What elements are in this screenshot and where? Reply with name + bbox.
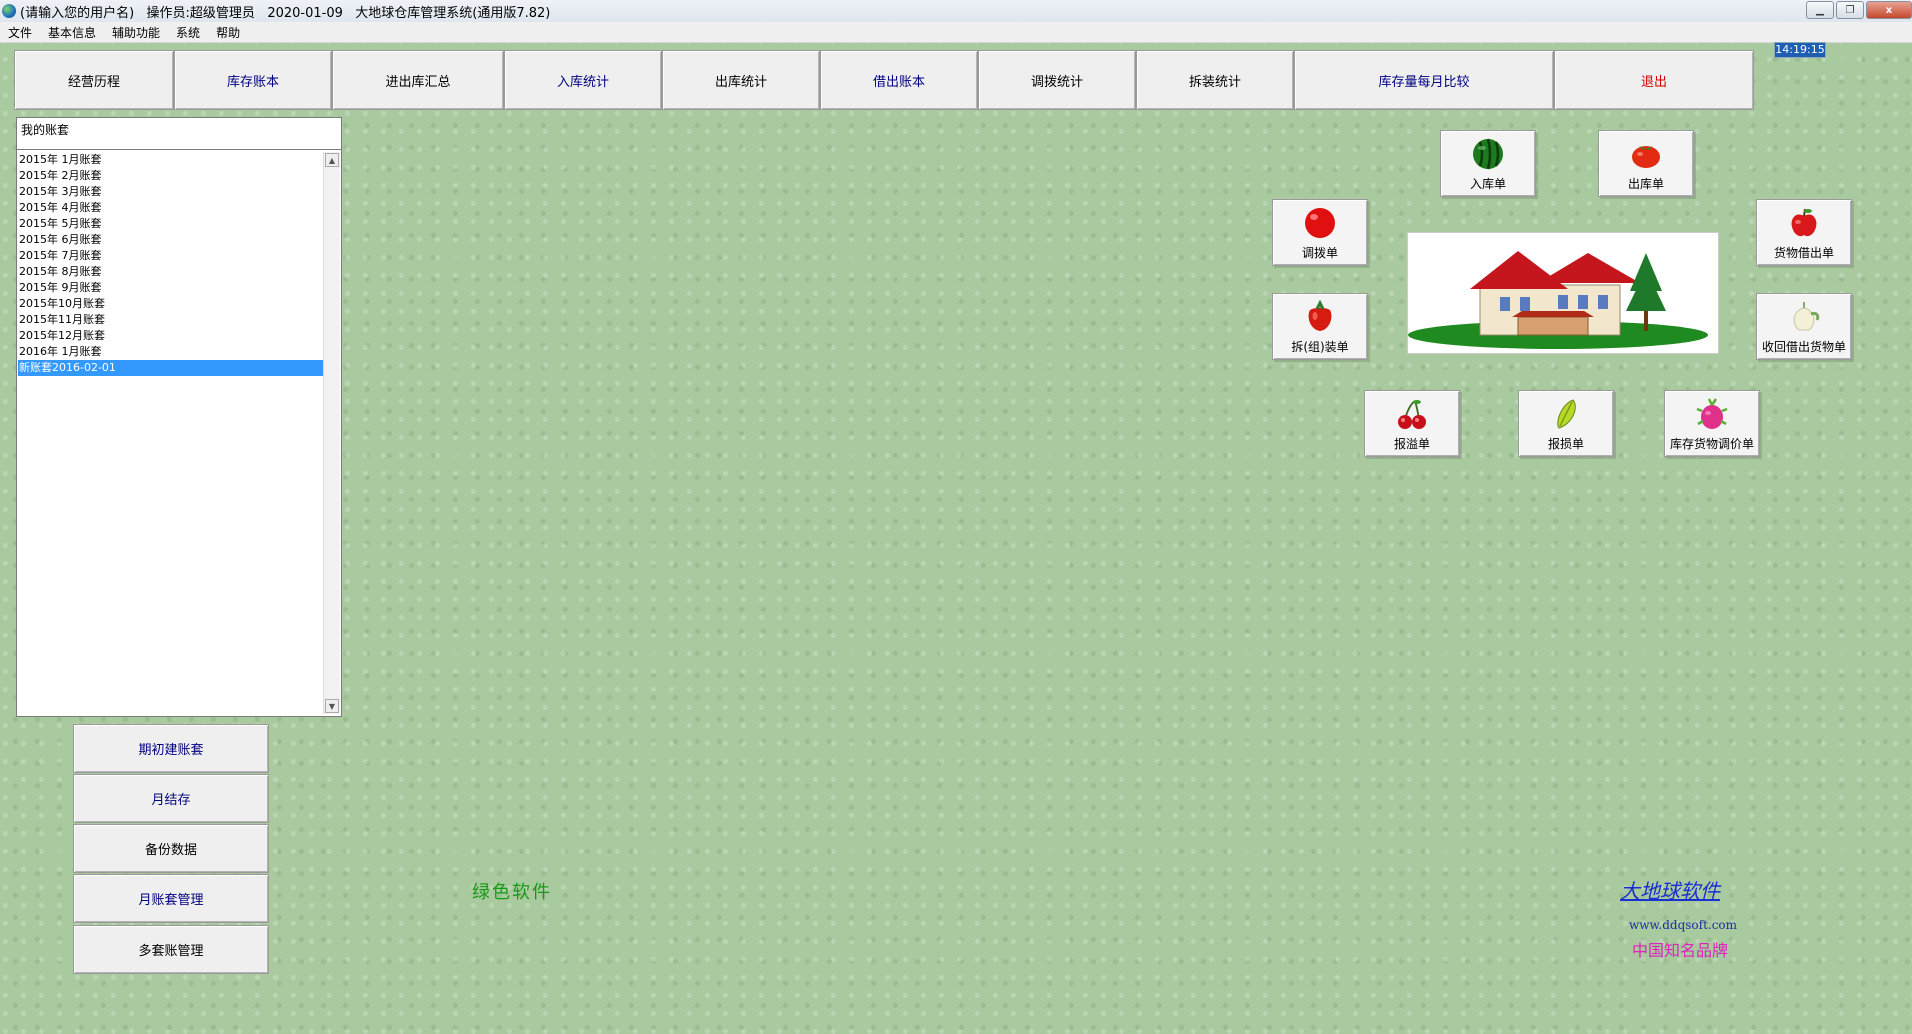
account-list-item[interactable]: 2015年 6月账套 xyxy=(18,232,323,248)
account-list-item[interactable]: 2015年12月账套 xyxy=(18,328,323,344)
toolbar-lend-ledger-button[interactable]: 借出账本 xyxy=(820,50,978,110)
minimize-button[interactable]: ▁ xyxy=(1806,1,1834,19)
account-list-item[interactable]: 2015年 9月账套 xyxy=(18,280,323,296)
app-globe-icon xyxy=(2,4,16,18)
account-list-item[interactable]: 2015年 1月账套 xyxy=(18,152,323,168)
loss-report-button[interactable]: 报损单 xyxy=(1518,390,1614,457)
restore-button[interactable]: ❐ xyxy=(1836,1,1864,19)
lend-order-button[interactable]: 货物借出单 xyxy=(1756,199,1852,266)
multi-account-manage-button[interactable]: 多套账管理 xyxy=(73,925,269,974)
menu-basic-info[interactable]: 基本信息 xyxy=(40,24,104,41)
title-bar: (请输入您的用户名) 操作员:超级管理员 2020-01-09 大地球仓库管理系… xyxy=(0,0,1912,23)
account-list-scrollbar[interactable]: ▲ ▼ xyxy=(323,152,340,714)
house-illustration xyxy=(1408,251,1708,349)
toolbar-in-out-summary-button[interactable]: 进出库汇总 xyxy=(332,50,504,110)
close-button[interactable]: x xyxy=(1866,1,1912,19)
monthly-closing-button[interactable]: 月结存 xyxy=(73,774,269,823)
dragonfruit-icon xyxy=(1696,398,1728,429)
cherry-icon xyxy=(1398,400,1426,429)
garlic-icon xyxy=(1793,302,1820,331)
monthly-account-manage-button[interactable]: 月账套管理 xyxy=(73,874,269,923)
house-image xyxy=(1407,232,1719,354)
create-opening-account-button[interactable]: 期初建账套 xyxy=(73,724,269,773)
overflow-report-button[interactable]: 报溢单 xyxy=(1364,390,1460,457)
menu-help[interactable]: 帮助 xyxy=(208,24,248,41)
account-panel-header: 我的账套 xyxy=(17,118,341,150)
tomato-icon xyxy=(1632,146,1660,168)
scroll-up-icon[interactable]: ▲ xyxy=(325,153,339,167)
account-list-item[interactable]: 2015年 4月账套 xyxy=(18,200,323,216)
inventory-reprice-button[interactable]: 库存货物调价单 xyxy=(1664,390,1760,457)
account-list-item[interactable]: 2015年 3月账套 xyxy=(18,184,323,200)
outbound-order-label: 出库单 xyxy=(1627,177,1664,191)
red-ball-icon xyxy=(1305,208,1335,238)
account-list-item-selected[interactable]: 新账套2016-02-01 xyxy=(18,360,323,376)
menu-bar: 文件 基本信息 辅助功能 系统 帮助 xyxy=(0,22,1912,43)
starfruit-icon xyxy=(1557,399,1576,429)
account-list[interactable]: 2015年 1月账套 2015年 2月账套 2015年 3月账套 2015年 4… xyxy=(18,152,323,714)
green-software-label: 绿色软件 xyxy=(472,882,552,903)
account-list-item[interactable]: 2016年 1月账套 xyxy=(18,344,323,360)
clock-display: 14:19:15 xyxy=(1774,42,1826,58)
menu-file[interactable]: 文件 xyxy=(0,24,40,41)
pepper-icon xyxy=(1308,300,1332,331)
account-list-item[interactable]: 2015年 2月账套 xyxy=(18,168,323,184)
loss-report-label: 报损单 xyxy=(1547,437,1584,451)
outbound-order-button[interactable]: 出库单 xyxy=(1598,130,1694,197)
toolbar-monthly-compare-button[interactable]: 库存量每月比较 xyxy=(1294,50,1554,110)
toolbar-transfer-stats-button[interactable]: 调拨统计 xyxy=(978,50,1136,110)
toolbar-assembly-stats-button[interactable]: 拆装统计 xyxy=(1136,50,1294,110)
inventory-reprice-label: 库存货物调价单 xyxy=(1669,437,1754,451)
assembly-order-button[interactable]: 拆(组)装单 xyxy=(1272,293,1368,360)
overflow-report-label: 报溢单 xyxy=(1393,437,1430,451)
window-title: (请输入您的用户名) 操作员:超级管理员 2020-01-09 大地球仓库管理系… xyxy=(20,5,551,21)
brand-slogan: 中国知名品牌 xyxy=(1632,941,1729,960)
menu-auxiliary[interactable]: 辅助功能 xyxy=(104,24,168,41)
assembly-order-label: 拆(组)装单 xyxy=(1291,340,1349,354)
inbound-order-label: 入库单 xyxy=(1469,177,1506,191)
scroll-down-icon[interactable]: ▼ xyxy=(325,699,339,713)
window-controls: ▁ ❐ x xyxy=(1804,0,1912,20)
toolbar-exit-button[interactable]: 退出 xyxy=(1554,50,1754,110)
account-panel: 我的账套 2015年 1月账套 2015年 2月账套 2015年 3月账套 20… xyxy=(16,117,342,717)
website-url: www.ddqsoft.com xyxy=(1629,918,1738,932)
inbound-order-button[interactable]: 入库单 xyxy=(1440,130,1536,197)
toolbar-inbound-stats-button[interactable]: 入库统计 xyxy=(504,50,662,110)
return-lent-goods-label: 收回借出货物单 xyxy=(1761,340,1846,354)
account-list-item[interactable]: 2015年 7月账套 xyxy=(18,248,323,264)
transfer-order-label: 调拨单 xyxy=(1301,246,1338,260)
toolbar-inventory-ledger-button[interactable]: 库存账本 xyxy=(174,50,332,110)
account-list-item[interactable]: 2015年 5月账套 xyxy=(18,216,323,232)
return-lent-goods-button[interactable]: 收回借出货物单 xyxy=(1756,293,1852,360)
toolbar-business-history-button[interactable]: 经营历程 xyxy=(14,50,174,110)
toolbar-outbound-stats-button[interactable]: 出库统计 xyxy=(662,50,820,110)
watermelon-icon xyxy=(1473,138,1503,170)
account-list-item[interactable]: 2015年11月账套 xyxy=(18,312,323,328)
menu-system[interactable]: 系统 xyxy=(168,24,208,41)
account-list-item[interactable]: 2015年 8月账套 xyxy=(18,264,323,280)
transfer-order-button[interactable]: 调拨单 xyxy=(1272,199,1368,266)
account-list-item[interactable]: 2015年10月账套 xyxy=(18,296,323,312)
brand-link[interactable]: 大地球软件 xyxy=(1620,875,1720,904)
lend-order-label: 货物借出单 xyxy=(1773,246,1834,260)
backup-data-button[interactable]: 备份数据 xyxy=(73,824,269,873)
apple-icon xyxy=(1791,208,1817,237)
main-toolbar: 经营历程 库存账本 进出库汇总 入库统计 出库统计 借出账本 调拨统计 拆装统计… xyxy=(14,50,1754,112)
